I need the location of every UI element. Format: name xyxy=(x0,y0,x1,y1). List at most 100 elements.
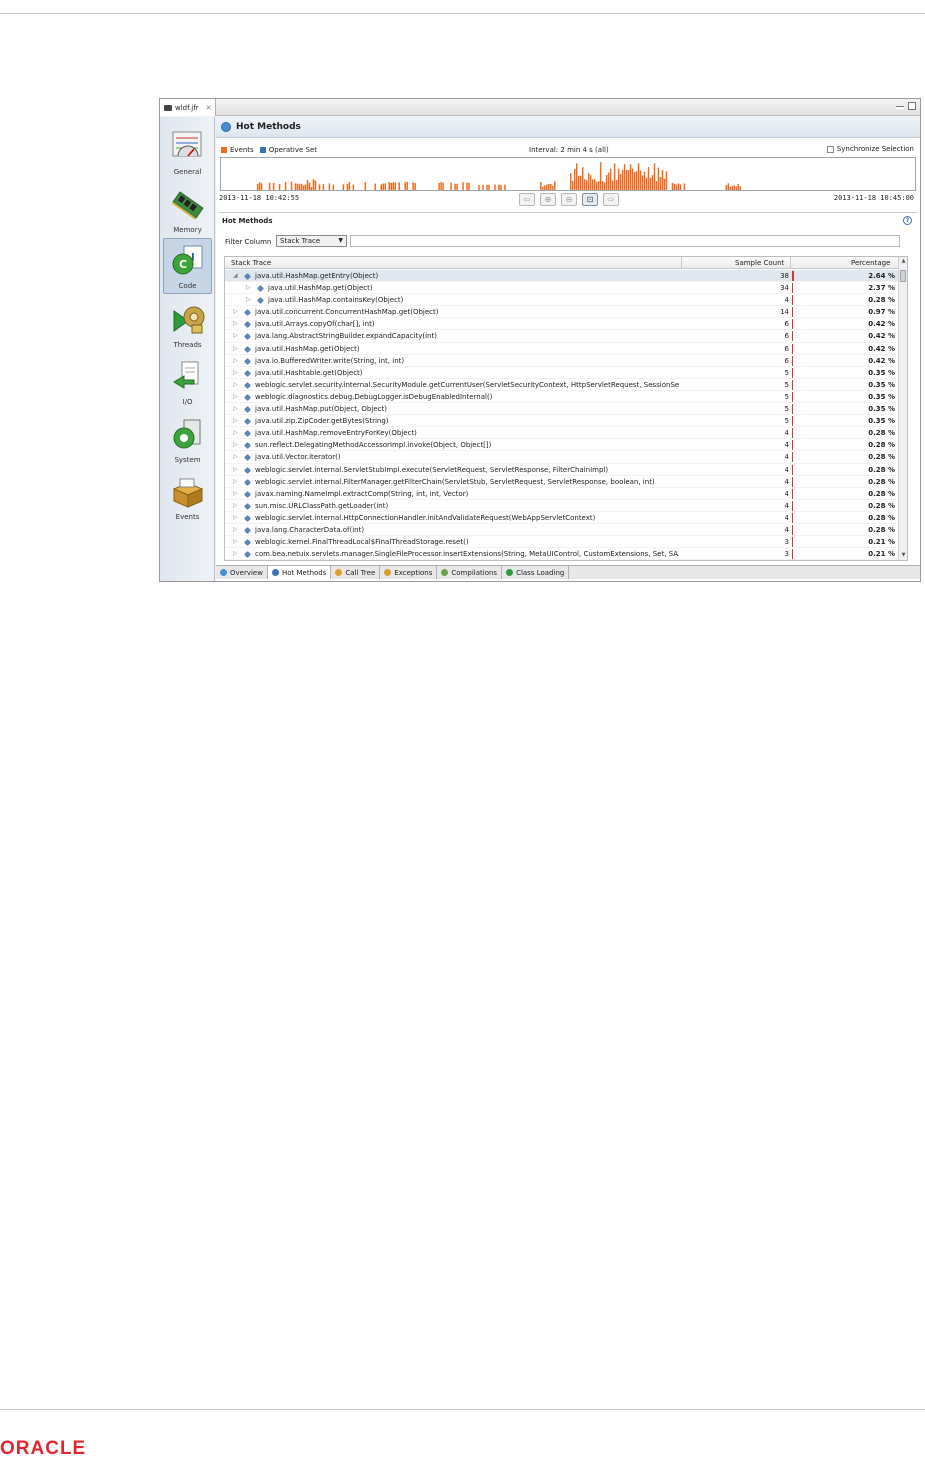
minimize-button[interactable] xyxy=(896,106,904,109)
expand-icon[interactable]: ▷ xyxy=(233,439,238,451)
table-row[interactable]: ▷ java.util.HashMap.get(Object) 34 2.37 % xyxy=(225,282,899,295)
expand-icon[interactable]: ▷ xyxy=(233,500,238,512)
help-icon[interactable]: ? xyxy=(903,216,912,225)
percentage-bar xyxy=(792,343,793,354)
table-body: ◢ java.util.HashMap.getEntry(Object) 38 2.6… xyxy=(225,270,899,560)
vertical-scrollbar[interactable]: ▲ ▼ xyxy=(898,257,907,560)
tab-compilations[interactable]: Compilations xyxy=(437,566,503,579)
column-header-percentage[interactable]: Percentage xyxy=(851,259,890,267)
expand-icon[interactable]: ▷ xyxy=(233,306,238,318)
table-row[interactable]: ▷ sun.reflect.DelegatingMethodAccessorImp… xyxy=(225,439,899,452)
expand-icon[interactable]: ▷ xyxy=(233,427,238,439)
table-row[interactable]: ▷ java.util.Hashtable.get(Object) 5 0.35 % xyxy=(225,367,899,379)
table-row[interactable]: ▷ java.util.Arrays.copyOf(char[], int) 6 0.… xyxy=(225,318,899,331)
table-row[interactable]: ▷ java.util.HashMap.containsKey(Object) 4 0… xyxy=(225,294,899,307)
table-row[interactable]: ▷ java.lang.AbstractStringBuilder.expandC… xyxy=(225,330,899,343)
expand-icon[interactable]: ▷ xyxy=(233,355,238,367)
tab-exceptions[interactable]: Exceptions xyxy=(380,566,438,579)
table-row[interactable]: ▷ weblogic.diagnostics.debug.DebugLogger.… xyxy=(225,391,899,404)
table-row[interactable]: ▷ java.util.HashMap.removeEntryForKey(Obj… xyxy=(225,427,899,440)
sample-count: 5 xyxy=(784,368,789,377)
table-row[interactable]: ▷ java.lang.CharacterData.of(int) 4 0.28 % xyxy=(225,524,899,537)
event-bar xyxy=(388,182,391,190)
table-row[interactable]: ▷ java.util.HashMap.put(Object, Object) 5 0… xyxy=(225,403,899,416)
zoom-in-button[interactable]: ⊕ xyxy=(540,193,556,206)
method-name: weblogic.servlet.security.internal.Secur… xyxy=(255,380,679,389)
sidebar-item-events[interactable]: Events xyxy=(163,468,212,524)
event-bar xyxy=(298,184,301,190)
editor-tab-wldf[interactable]: wldf.jfr ✕ xyxy=(160,99,216,116)
column-header-stack-trace[interactable]: Stack Trace xyxy=(231,259,271,267)
expand-icon[interactable]: ▷ xyxy=(233,391,238,403)
scroll-thumb[interactable] xyxy=(900,270,906,282)
collapse-icon[interactable]: ◢ xyxy=(233,270,238,282)
compilations-icon xyxy=(441,569,449,576)
table-row[interactable]: ▷ com.bea.netuix.servlets.manager.SingleF… xyxy=(225,548,899,560)
tab-overview[interactable]: Overview xyxy=(216,566,268,579)
table-row[interactable]: ▷ weblogic.servlet.internal.FilterManager… xyxy=(225,476,899,488)
pan-right-button[interactable]: ⇨ xyxy=(603,193,619,206)
filter-column-select[interactable]: Stack Trace ▼ xyxy=(276,235,347,247)
pan-left-button[interactable]: ⇦ xyxy=(519,193,535,206)
expand-icon[interactable]: ▷ xyxy=(246,294,251,306)
expand-icon[interactable]: ▷ xyxy=(233,451,238,463)
event-bar xyxy=(659,177,662,190)
scroll-down-icon[interactable]: ▼ xyxy=(899,551,907,560)
scroll-up-icon[interactable]: ▲ xyxy=(899,257,907,266)
synchronize-checkbox[interactable] xyxy=(826,145,834,153)
table-row[interactable]: ▷ javax.naming.NameImpl.extractComp(Strin… xyxy=(225,488,899,500)
percentage-cell: 0.35 % xyxy=(792,403,899,415)
expand-icon[interactable]: ▷ xyxy=(233,415,238,427)
sidebar-item-memory[interactable]: Memory xyxy=(163,181,212,237)
maximize-button[interactable] xyxy=(908,102,916,110)
tab-call-tree[interactable]: Call Tree xyxy=(331,566,381,579)
expand-icon[interactable]: ▷ xyxy=(233,464,238,476)
expand-icon[interactable]: ▷ xyxy=(233,318,238,330)
sidebar-item-io[interactable]: I/O xyxy=(163,353,212,409)
column-divider[interactable] xyxy=(790,257,791,269)
expand-icon[interactable]: ▷ xyxy=(233,536,238,548)
expand-icon[interactable]: ▷ xyxy=(233,330,238,342)
table-row[interactable]: ▷ java.util.concurrent.ConcurrentHashMap.… xyxy=(225,306,899,319)
tab-hot-methods[interactable]: Hot Methods xyxy=(267,566,332,579)
tab-class-loading[interactable]: Class Loading xyxy=(502,566,570,579)
expand-icon[interactable]: ▷ xyxy=(233,403,238,415)
table-row[interactable]: ▷ weblogic.servlet.internal.HttpConnectio… xyxy=(225,512,899,524)
method-name: java.util.HashMap.get(Object) xyxy=(268,284,373,293)
table-row[interactable]: ▷ weblogic.kernel.FinalThreadLocal$FinalT… xyxy=(225,536,899,549)
expand-icon[interactable]: ▷ xyxy=(233,476,238,488)
table-row[interactable]: ▷ java.util.Vector.iterator() 4 0.28 % xyxy=(225,451,899,464)
percentage-value: 0.28 % xyxy=(868,296,895,305)
table-row[interactable]: ▷ sun.misc.URLClassPath.getLoader(int) 4 0.… xyxy=(225,500,899,512)
expand-icon[interactable]: ▷ xyxy=(233,379,238,391)
filter-input[interactable] xyxy=(350,235,900,247)
sidebar-item-general[interactable]: General xyxy=(163,123,212,179)
table-row[interactable]: ◢ java.util.HashMap.getEntry(Object) 38 2.6… xyxy=(225,270,899,283)
event-bar xyxy=(488,184,490,190)
expand-icon[interactable]: ▷ xyxy=(246,282,251,294)
close-icon[interactable]: ✕ xyxy=(206,104,212,112)
expand-icon[interactable]: ▷ xyxy=(233,367,238,379)
expand-icon[interactable]: ▷ xyxy=(233,512,238,524)
column-header-sample-count[interactable]: Sample Count xyxy=(735,259,784,267)
sample-count: 4 xyxy=(784,465,789,474)
table-row[interactable]: ▷ java.io.BufferedWriter.write(String, in… xyxy=(225,355,899,367)
expand-icon[interactable]: ▷ xyxy=(233,548,238,560)
sidebar-item-code[interactable]: J C Code xyxy=(163,238,212,294)
zoom-out-button[interactable]: ⊖ xyxy=(561,193,577,206)
expand-icon[interactable]: ▷ xyxy=(233,343,238,355)
expand-icon[interactable]: ▷ xyxy=(233,524,238,536)
zoom-selection-button[interactable]: ⊡ xyxy=(582,193,598,206)
table-row[interactable]: ▷ weblogic.servlet.internal.ServletStubIm… xyxy=(225,464,899,476)
sidebar-item-threads[interactable]: Threads xyxy=(163,296,212,352)
synchronize-selection[interactable]: Synchronize Selection xyxy=(826,145,914,153)
expand-icon[interactable]: ▷ xyxy=(233,488,238,500)
table-row[interactable]: ▷ java.util.HashMap.get(Object) 6 0.42 % xyxy=(225,343,899,355)
event-bar xyxy=(571,180,574,190)
event-bar xyxy=(737,183,740,190)
table-row[interactable]: ▷ java.util.zip.ZipCoder.getBytes(String)… xyxy=(225,415,899,428)
column-divider[interactable] xyxy=(681,257,682,269)
table-row[interactable]: ▷ weblogic.servlet.security.internal.Secu… xyxy=(225,379,899,391)
sidebar-item-system[interactable]: System xyxy=(163,411,212,467)
timeline-chart[interactable] xyxy=(220,157,916,191)
